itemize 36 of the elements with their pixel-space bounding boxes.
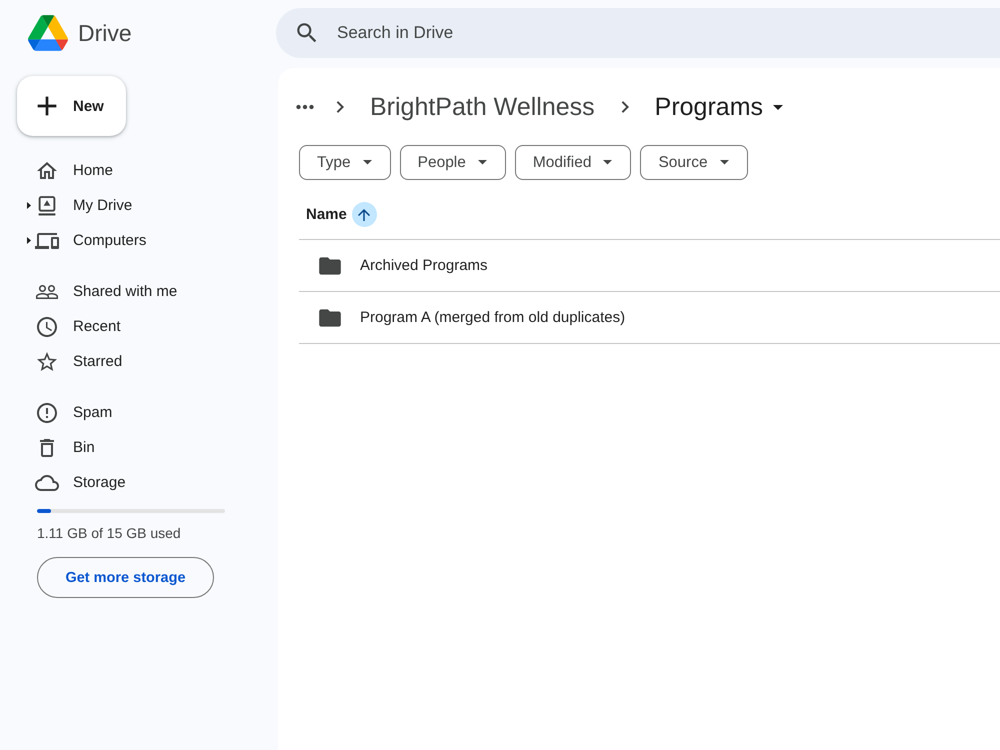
- expand-caret-icon[interactable]: [27, 202, 31, 209]
- get-more-storage-button[interactable]: Get more storage: [37, 557, 214, 598]
- filter-chip[interactable]: People: [400, 145, 506, 180]
- new-button[interactable]: New: [17, 76, 126, 136]
- sidebar-item[interactable]: Bin: [16, 430, 260, 465]
- search-field[interactable]: Search in Drive: [276, 8, 1000, 58]
- clock-icon: [35, 314, 59, 338]
- drive-box-icon: [37, 196, 57, 216]
- column-header[interactable]: Name: [299, 202, 377, 227]
- folder-row[interactable]: Archived Programs: [299, 240, 1000, 292]
- sidebar-item[interactable]: Recent: [16, 309, 260, 344]
- drive-logo: [28, 15, 68, 51]
- sidebar-item[interactable]: My Drive: [16, 188, 260, 223]
- breadcrumb-current-folder[interactable]: Programs: [646, 87, 798, 127]
- star-icon: [35, 350, 59, 374]
- sidebar-item[interactable]: Starred: [16, 344, 260, 379]
- sidebar-item[interactable]: Storage: [16, 465, 260, 500]
- filter-chip[interactable]: Modified: [514, 145, 632, 180]
- filter-chip[interactable]: Source: [640, 145, 748, 180]
- breadcrumb-link[interactable]: BrightPath Wellness: [362, 87, 603, 127]
- app-name: Drive: [78, 22, 132, 44]
- chevron-right-icon: [620, 101, 629, 113]
- sidebar-item[interactable]: Computers: [16, 223, 260, 258]
- filter-chip[interactable]: Type: [299, 145, 391, 180]
- caret-icon: [773, 104, 784, 110]
- folder-row[interactable]: Program A (merged from old duplicates): [299, 292, 1000, 344]
- caret-icon: [720, 160, 729, 165]
- storage-usage-text: 1.11 GB of 15 GB used: [37, 524, 181, 543]
- chevron-right-icon: [336, 101, 344, 113]
- caret-icon: [603, 160, 612, 165]
- caret-icon: [478, 160, 487, 165]
- caret-icon: [362, 160, 372, 165]
- sidebar-item[interactable]: Spam: [16, 395, 260, 430]
- expand-caret-icon[interactable]: [27, 237, 31, 244]
- sidebar-item[interactable]: Home: [16, 153, 260, 188]
- sidebar-item[interactable]: Shared with me: [16, 274, 260, 309]
